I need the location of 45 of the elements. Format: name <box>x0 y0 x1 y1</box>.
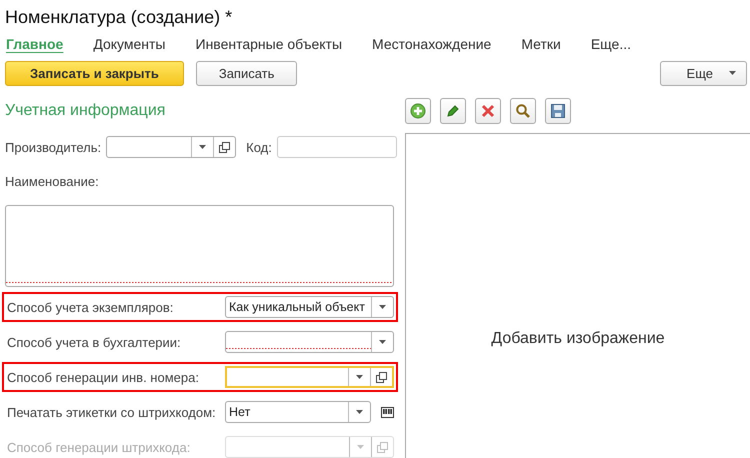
dropdown-field[interactable] <box>106 136 236 158</box>
tab[interactable]: Местонахождение <box>372 35 492 55</box>
tab[interactable]: Метки <box>521 35 561 55</box>
field-label: Способ генерации штрихкода: <box>7 440 192 454</box>
field-label: Производитель: <box>5 140 102 154</box>
tab[interactable]: Документы <box>93 35 166 55</box>
field-label: Способ учета экземпляров: <box>7 300 174 314</box>
tab[interactable]: Инвентарные объекты <box>196 35 342 55</box>
add-image-link[interactable]: Добавить изображение <box>491 330 665 348</box>
caret-icon <box>379 305 386 309</box>
save-image-button[interactable] <box>545 98 571 124</box>
add-button[interactable] <box>405 98 431 124</box>
edit-button[interactable] <box>440 98 466 124</box>
open-icon <box>377 442 388 452</box>
field-label: Способ учета в бухгалтерии: <box>7 334 182 350</box>
save-button[interactable]: Записать <box>196 60 298 86</box>
save-close-button[interactable]: Записать и закрыть <box>5 60 184 86</box>
caret-icon <box>729 71 736 75</box>
cross-icon <box>480 102 496 118</box>
search-button[interactable] <box>510 98 536 124</box>
caret-icon <box>379 340 386 344</box>
window-title: Номенклатура (создание) * <box>4 6 234 29</box>
pencil-icon <box>445 102 461 118</box>
floppy-icon <box>550 102 566 118</box>
open-icon <box>376 372 387 382</box>
dropdown-field[interactable]: Как уникальный объект <box>225 296 394 318</box>
field-label: Код: <box>246 140 272 154</box>
field-label: Наименование: <box>5 173 100 191</box>
caret-icon <box>356 375 363 379</box>
plus-icon <box>410 102 426 118</box>
caret-icon <box>199 145 206 149</box>
dropdown-field[interactable] <box>225 366 394 388</box>
more-button[interactable]: Еще <box>660 60 747 86</box>
input-field[interactable] <box>276 136 397 158</box>
caret-icon <box>356 410 363 414</box>
open-icon <box>219 142 230 152</box>
section-title: Учетная информация <box>5 101 166 121</box>
dropdown-field[interactable] <box>225 331 394 353</box>
tab[interactable]: Еще... <box>590 35 631 55</box>
search-icon <box>515 102 531 118</box>
delete-button[interactable] <box>475 98 501 124</box>
dropdown-field[interactable]: Нет <box>225 401 371 423</box>
field-label: Печатать этикетки со штрихкодом: <box>7 404 217 420</box>
field-label: Способ генерации инв. номера: <box>7 370 200 384</box>
caret-icon <box>357 445 364 449</box>
